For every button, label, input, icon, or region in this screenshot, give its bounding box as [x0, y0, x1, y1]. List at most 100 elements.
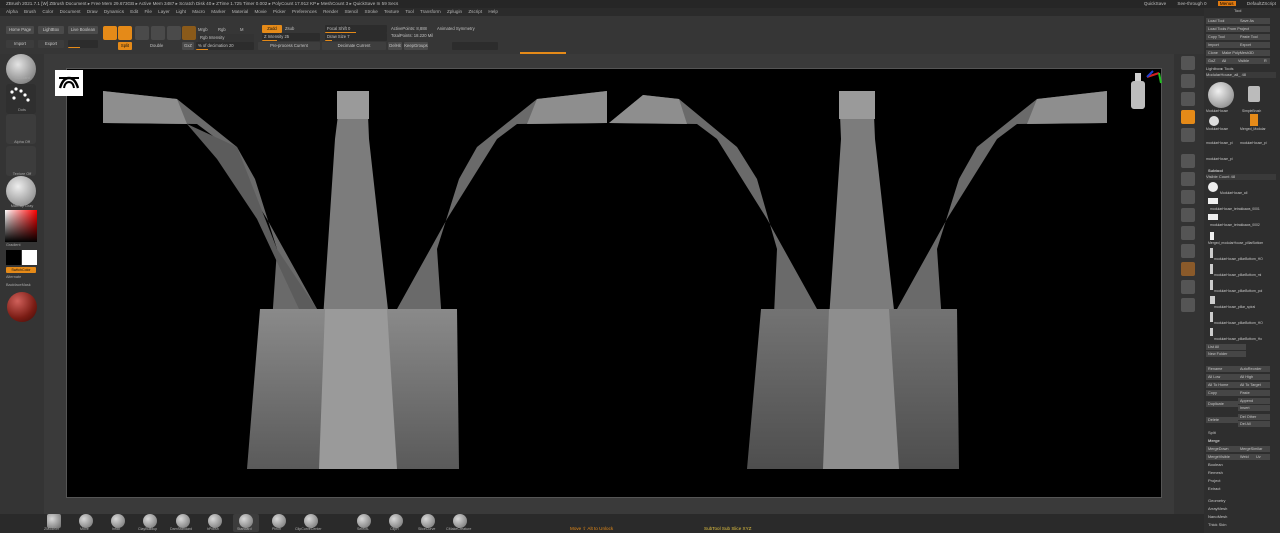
primary-color-swatch[interactable]	[22, 250, 37, 265]
focal-shift-slider[interactable]: Focal Shift 0	[325, 25, 387, 33]
mrgb-button[interactable]: Mrgb	[198, 27, 208, 33]
visible-count-slider[interactable]: Visible Count 48	[1206, 174, 1276, 180]
arraymesh-subpalette[interactable]: ArrayMesh	[1208, 506, 1227, 512]
nanomesh-subpalette[interactable]: NanoMesh	[1208, 514, 1227, 520]
all-high-button[interactable]: All High	[1238, 374, 1270, 380]
brush-hpolish-icon[interactable]	[208, 514, 222, 528]
menu-material[interactable]: Material	[232, 9, 248, 14]
rgb-intensity-slider[interactable]: Rgb Intensity	[198, 34, 254, 42]
copy-button[interactable]: Copy	[1206, 390, 1238, 396]
tool-thumb-cylinder[interactable]	[1248, 86, 1260, 102]
spix-icon[interactable]	[1181, 74, 1195, 88]
geometry-subpalette[interactable]: Geometry	[1208, 498, 1226, 504]
menu-brush[interactable]: Brush	[24, 9, 36, 14]
gz-button[interactable]: GxZ	[182, 42, 194, 50]
menu-zscript[interactable]: Zscript	[468, 9, 482, 14]
solo-icon[interactable]	[1181, 280, 1195, 294]
menu-file[interactable]: File	[144, 9, 151, 14]
brush-inflat-icon[interactable]	[111, 514, 125, 528]
m-button[interactable]: M	[240, 27, 244, 33]
animated-symmetry[interactable]: Animated Symmetry	[437, 26, 475, 32]
floor-icon[interactable]	[1181, 110, 1195, 124]
subtool-thumb-6[interactable]	[1210, 280, 1213, 290]
rename-button[interactable]: Rename	[1206, 366, 1238, 372]
subtool-name-8[interactable]: modularHouse_pillarBottom_HO	[1214, 320, 1263, 326]
z-intensity-slider[interactable]: Z Intensity 25	[262, 33, 320, 41]
lightbox-button[interactable]: LightBox	[38, 26, 64, 34]
subtool-name-1[interactable]: modularHouse_tetrakkawa_0001	[1210, 206, 1260, 212]
weld-button[interactable]: Weld	[1238, 454, 1254, 460]
rgb-button[interactable]: Rgb	[218, 27, 226, 33]
autoreorder-button[interactable]: AutoReorder	[1238, 366, 1270, 372]
persp-icon[interactable]	[1181, 92, 1195, 106]
menu-tool[interactable]: Tool	[405, 9, 413, 14]
xpose-icon[interactable]	[1181, 298, 1195, 312]
brush-cmakecreature-icon[interactable]	[453, 514, 467, 528]
delhidden-button[interactable]: DelHit	[388, 42, 402, 50]
brush-move-icon[interactable]	[79, 514, 93, 528]
quicksave-button[interactable]: QuickSave	[1144, 1, 1166, 6]
menu-edit[interactable]: Edit	[130, 9, 138, 14]
split-button[interactable]: Split	[118, 42, 132, 50]
copy-tool-button[interactable]: Copy Tool	[1206, 34, 1238, 40]
home-page-button[interactable]: Home Page	[6, 26, 34, 34]
subtool-name-2[interactable]: modularHouse_tetrakkawa_0002	[1210, 222, 1260, 228]
menu-transform[interactable]: Transform	[420, 9, 441, 14]
canvas[interactable]	[55, 68, 1162, 498]
scale-icon[interactable]	[151, 26, 165, 40]
current-tool-slider[interactable]: ModularHouse_all_ 48	[1206, 72, 1276, 78]
menus-button[interactable]: Menus	[1217, 1, 1236, 6]
project-subpalette[interactable]: Project	[1208, 478, 1220, 484]
merge-visible-button[interactable]: MergeVisible	[1206, 454, 1238, 460]
ghost-icon[interactable]	[1181, 262, 1195, 276]
subtool-thumb-8[interactable]	[1210, 312, 1213, 322]
keepgroups-button[interactable]: KeepGroups	[404, 42, 428, 50]
subtool-thumb-7[interactable]	[1210, 296, 1215, 304]
bpr-icon[interactable]	[1181, 56, 1195, 70]
merge-similar-button[interactable]: MergeSimilar	[1238, 446, 1270, 452]
move-view-icon[interactable]	[1181, 172, 1195, 186]
paste-button[interactable]: Paste	[1238, 390, 1270, 396]
material-thumbnail[interactable]	[6, 176, 36, 206]
radial-count-slider[interactable]	[452, 42, 498, 50]
append-button[interactable]: Append	[1238, 398, 1270, 404]
rotate-icon[interactable]	[167, 26, 181, 40]
preprocess-button[interactable]: Pre-process Current	[258, 42, 320, 50]
remesh-subpalette[interactable]: Remesh	[1208, 470, 1223, 476]
goz-button[interactable]: GoZ	[1206, 58, 1220, 64]
alternate-button[interactable]: Alternate	[0, 275, 44, 279]
menu-layer[interactable]: Layer	[158, 9, 170, 14]
subtool-name-3[interactable]: Merged_modularHouse_pillarBottom	[1208, 240, 1263, 246]
delete-button[interactable]: Delete	[1206, 417, 1238, 423]
draw-size-slider[interactable]: Draw Size 7	[325, 33, 387, 41]
merge-subpalette[interactable]: Merge	[1208, 438, 1220, 444]
backface-mask-button[interactable]: BackfaceMask	[0, 283, 44, 287]
edit-icon[interactable]	[103, 26, 117, 40]
simplebrush-icon[interactable]	[1250, 114, 1258, 126]
subtool-name-0[interactable]: ModularHouse_all	[1220, 190, 1247, 196]
subtool-thumb-2[interactable]	[1208, 214, 1218, 220]
subtool-name-5[interactable]: modularHouse_pillarBottom_mi	[1214, 272, 1261, 278]
decimate-button[interactable]: Decimate Current	[322, 42, 386, 50]
goz-all-button[interactable]: All	[1220, 58, 1236, 64]
tool-thumb-small-sphere[interactable]	[1209, 116, 1219, 126]
orientation-gizmo[interactable]	[1131, 70, 1162, 109]
subtool-name-4[interactable]: modularHouse_pillarBottom_HO	[1214, 256, 1263, 262]
menu-movie[interactable]: Movie	[254, 9, 266, 14]
extract-subpalette[interactable]: Extract	[1208, 486, 1220, 492]
local-icon[interactable]	[1181, 128, 1195, 142]
line-fill-icon[interactable]	[1181, 226, 1195, 240]
tool-thumb-modularhouse[interactable]	[1208, 82, 1234, 108]
material-sphere-icon[interactable]	[182, 26, 196, 40]
menu-picker[interactable]: Picker	[273, 9, 286, 14]
frame-icon[interactable]	[1181, 154, 1195, 168]
decimation-slider[interactable]: % of decimation 20	[196, 42, 254, 50]
subtool-thumb-1[interactable]	[1208, 198, 1218, 204]
menu-light[interactable]: Light	[176, 9, 186, 14]
import-button[interactable]: Import	[6, 40, 34, 48]
thick-skin-subpalette[interactable]: Thick Skin	[1208, 522, 1226, 528]
subtool-thumb-5[interactable]	[1210, 264, 1213, 274]
brush-clipcurvecenter-icon[interactable]	[304, 514, 318, 528]
move-icon[interactable]	[135, 26, 149, 40]
tool-export-button[interactable]: Export	[1238, 42, 1270, 48]
